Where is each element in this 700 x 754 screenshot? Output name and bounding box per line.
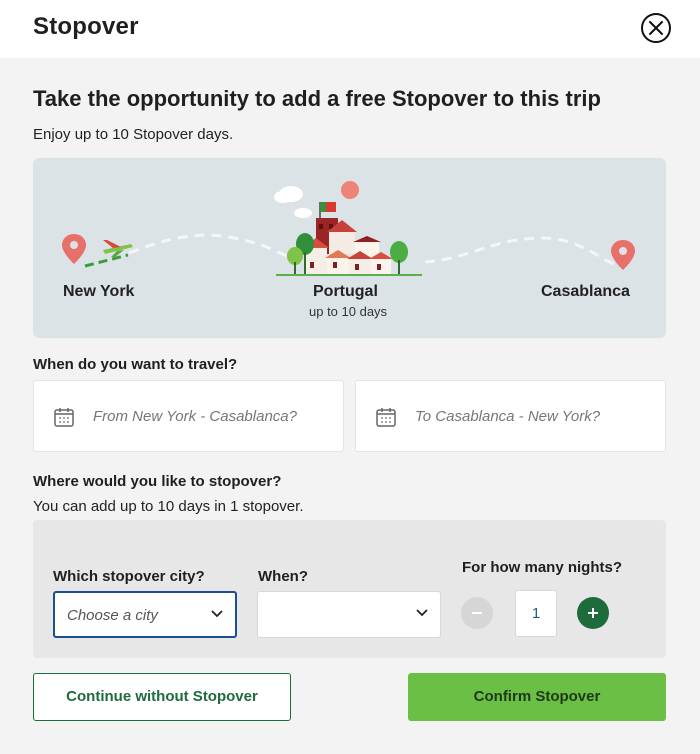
continue-without-stopover-button[interactable]: Continue without Stopover — [33, 673, 291, 721]
minus-icon — [472, 612, 482, 614]
travel-dates-question: When do you want to travel? — [33, 356, 238, 373]
location-pin-icon — [611, 240, 635, 270]
plus-icon — [588, 608, 598, 618]
destination-city: Casablanca — [541, 283, 630, 300]
nights-decrement-button[interactable] — [461, 597, 493, 629]
origin-city: New York — [63, 283, 135, 300]
modal-title: Stopover — [33, 13, 139, 40]
stopover-when-select[interactable] — [257, 591, 441, 638]
return-date-placeholder: To Casablanca - New York? — [415, 408, 601, 425]
outbound-date-placeholder: From New York - Casablanca? — [93, 408, 297, 425]
chevron-down-icon — [416, 609, 428, 617]
nights-value[interactable]: 1 — [515, 590, 557, 637]
stopover-duration: up to 10 days — [309, 304, 388, 319]
stopover-city-select[interactable]: Choose a city — [53, 591, 237, 638]
modal-header: Stopover — [0, 0, 700, 58]
calendar-icon — [376, 408, 396, 427]
promo-subtitle: Enjoy up to 10 Stopover days. — [33, 126, 234, 143]
stopover-when-label: When? — [258, 568, 308, 585]
location-pin-icon — [62, 234, 86, 264]
stopover-country: Portugal — [313, 283, 378, 300]
airplane-icon — [103, 240, 133, 257]
nights-label: For how many nights? — [462, 559, 622, 576]
close-button[interactable] — [641, 13, 671, 43]
outbound-date-field[interactable]: From New York - Casablanca? — [33, 380, 344, 452]
return-date-field[interactable]: To Casablanca - New York? — [355, 380, 666, 452]
promo-headline: Take the opportunity to add a free Stopo… — [33, 86, 601, 111]
stopover-question: Where would you like to stopover? — [33, 473, 282, 490]
nights-increment-button[interactable] — [577, 597, 609, 629]
stopover-city-value: Choose a city — [67, 607, 158, 624]
calendar-icon — [54, 408, 74, 427]
stopover-note: You can add up to 10 days in 1 stopover. — [33, 498, 304, 515]
route-illustration: New York Portugal up to 10 days Casablan… — [33, 158, 666, 338]
stopover-city-label: Which stopover city? — [53, 568, 205, 585]
portugal-town-illustration — [274, 181, 422, 276]
close-icon — [649, 21, 663, 35]
chevron-down-icon — [211, 610, 223, 618]
confirm-stopover-button[interactable]: Confirm Stopover — [408, 673, 666, 721]
